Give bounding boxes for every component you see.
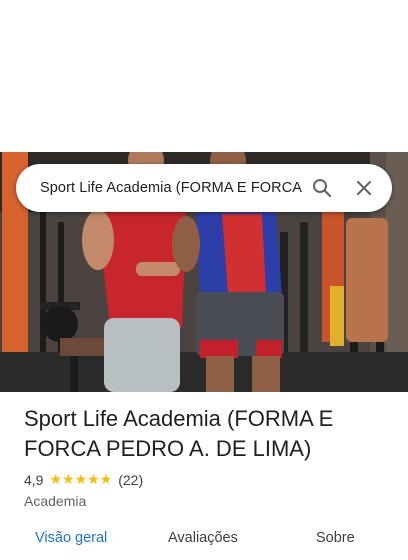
place-tabs: Visão geral Avaliações Sobre [0,530,408,560]
star-rating-icon: ★★★★★ [49,471,113,487]
place-title: Sport Life Academia (FORMA E FORCA PEDRO… [24,406,334,461]
rating-value: 4,9 [24,471,44,488]
close-icon[interactable] [346,170,382,206]
review-count[interactable]: (22) [118,472,143,488]
rating-row[interactable]: 4,9 ★★★★★ (22) [24,471,143,488]
search-bar[interactable]: Sport Life Academia (FORMA E FORCA PEDRO… [16,164,392,212]
place-category[interactable]: Academia [24,493,86,509]
search-input[interactable]: Sport Life Academia (FORMA E FORCA PEDRO… [40,180,304,196]
search-icon[interactable] [304,170,340,206]
top-blank-area [0,0,408,152]
